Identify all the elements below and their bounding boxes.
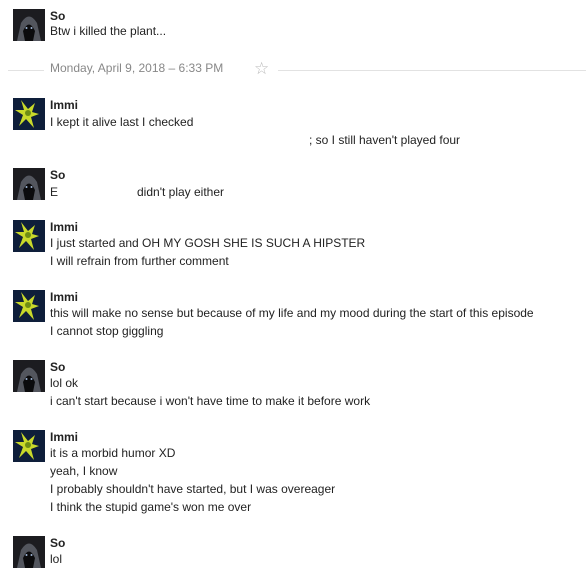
hooded-figure-avatar	[13, 9, 45, 41]
date-divider: Monday, April 9, 2018 – 6:33 PM ☆	[8, 59, 586, 79]
message-text: I cannot stop giggling	[50, 324, 164, 338]
green-creature-avatar	[13, 290, 45, 322]
green-creature-avatar	[13, 98, 45, 130]
sender-name: So	[50, 9, 66, 23]
message-text: it is a morbid humor XD	[50, 446, 176, 460]
date-timestamp: Monday, April 9, 2018 – 6:33 PM	[48, 61, 226, 75]
message-text: I probably shouldn't have started, but I…	[50, 482, 336, 496]
message-text: lol ok	[50, 376, 79, 390]
sender-name: Immi	[50, 98, 79, 112]
message-text: yeah, I know	[50, 464, 118, 478]
message-text: I will refrain from further comment	[50, 254, 229, 268]
message-text: ; so I still haven't played four	[309, 133, 461, 147]
message-text: E	[50, 185, 59, 199]
sender-name: Immi	[50, 290, 79, 304]
message-text: i can't start because i won't have time …	[50, 394, 371, 408]
message-text: lol	[50, 552, 63, 566]
green-creature-avatar	[13, 220, 45, 252]
hooded-figure-avatar	[13, 536, 45, 568]
message-text: I think the stupid game's won me over	[50, 500, 252, 514]
sender-name: Immi	[50, 220, 79, 234]
sender-name: So	[50, 360, 66, 374]
sender-name: Immi	[50, 430, 79, 444]
hooded-figure-avatar	[13, 168, 45, 200]
star-icon[interactable]: ☆	[254, 59, 270, 79]
message-text: I kept it alive last I checked	[50, 115, 194, 129]
message-text: this will make no sense but because of m…	[50, 306, 534, 320]
message-text: didn't play either	[137, 185, 225, 199]
green-creature-avatar	[13, 430, 45, 462]
message-text: Btw i killed the plant...	[50, 24, 167, 38]
sender-name: So	[50, 536, 66, 550]
sender-name: So	[50, 168, 66, 182]
message-text: I just started and OH MY GOSH SHE IS SUC…	[50, 236, 366, 250]
hooded-figure-avatar	[13, 360, 45, 392]
